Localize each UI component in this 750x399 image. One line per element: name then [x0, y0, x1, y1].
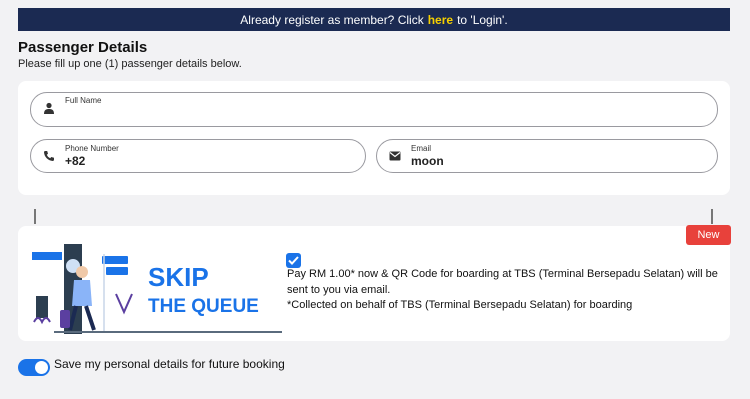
passenger-form-card: Full Name Phone Number +82 Email moon	[18, 81, 730, 195]
divider-pin-right	[711, 209, 713, 224]
email-field[interactable]: Email moon	[376, 139, 718, 173]
login-banner: Already register as member? Click here t…	[18, 8, 730, 31]
email-input[interactable]: moon	[411, 154, 444, 168]
pay-qr-checkbox[interactable]	[286, 253, 301, 268]
save-details-label: Save my personal details for future book…	[54, 357, 285, 371]
phone-number-input[interactable]: +82	[65, 154, 119, 168]
pay-qr-description: Pay RM 1.00* now & QR Code for boarding …	[287, 267, 727, 314]
toggle-knob	[35, 361, 48, 374]
phone-icon	[31, 150, 59, 162]
email-label: Email	[411, 144, 432, 153]
collected-note: *Collected on behalf of TBS (Terminal Be…	[287, 299, 633, 311]
banner-text-before: Already register as member? Click	[240, 12, 424, 27]
pay-qr-text: Pay RM 1.00* now & QR Code for boarding …	[287, 268, 718, 296]
save-details-toggle[interactable]	[18, 359, 50, 376]
person-icon	[31, 96, 59, 114]
checkmark-icon	[288, 256, 299, 265]
skip-the-queue-illustration: SKIP THE QUEUE	[32, 244, 282, 334]
divider-pin-left	[34, 209, 36, 224]
page-title: Passenger Details	[18, 39, 148, 56]
skip-text: SKIP	[148, 262, 209, 292]
full-name-field[interactable]: Full Name	[30, 92, 718, 127]
login-here-link[interactable]: here	[428, 13, 453, 27]
full-name-label: Full Name	[65, 96, 102, 105]
banner-text-after: to 'Login'.	[457, 12, 508, 27]
phone-number-field[interactable]: Phone Number +82	[30, 139, 366, 173]
envelope-icon	[377, 151, 405, 161]
phone-number-label: Phone Number	[65, 144, 119, 153]
new-badge: New	[686, 225, 731, 245]
the-queue-text: THE QUEUE	[148, 296, 259, 317]
page-subtitle: Please fill up one (1) passenger details…	[18, 58, 242, 70]
